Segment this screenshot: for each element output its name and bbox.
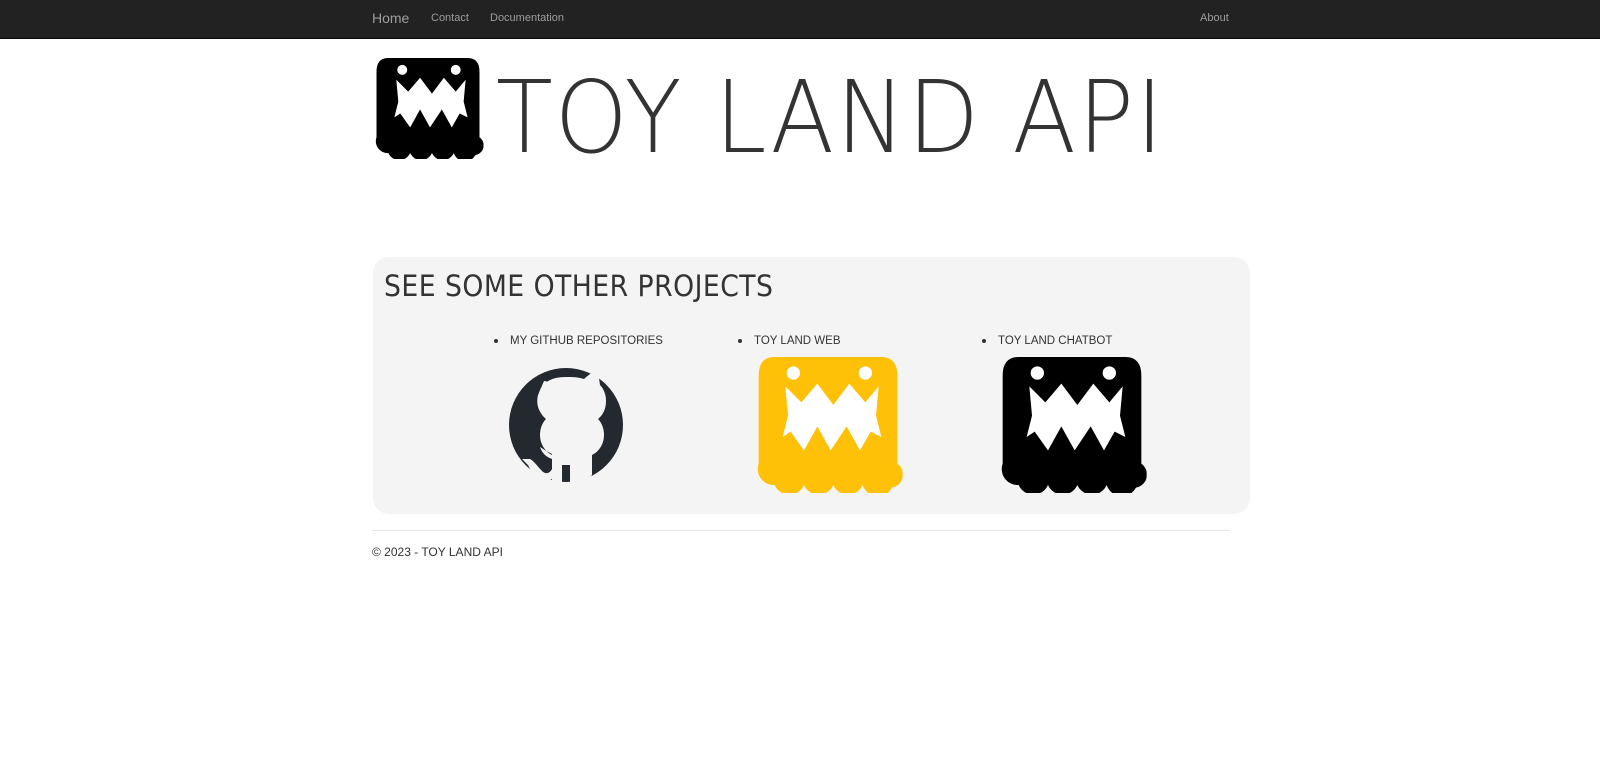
- bullet-icon: [738, 339, 742, 343]
- project-toy-land-web: TOY LAND WEB: [738, 335, 938, 505]
- toy-land-chatbot-icon: [996, 357, 1148, 493]
- other-projects-panel: SEE SOME OTHER PROJECTS MY GITHUB REPOSI…: [373, 257, 1250, 514]
- project-github: MY GITHUB REPOSITORIES: [494, 335, 694, 505]
- top-navbar: Home Contact Documentation About: [0, 0, 1600, 39]
- project-toy-land-chatbot: TOY LAND CHATBOT: [982, 335, 1182, 505]
- project-toy-land-web-label: TOY LAND WEB: [754, 335, 841, 347]
- hero-header: TOY LAND API: [372, 58, 1232, 176]
- bullet-icon: [982, 339, 986, 343]
- toy-land-web-icon: [752, 357, 904, 493]
- footer-copyright: © 2023 - TOY LAND API: [372, 545, 503, 559]
- nav-documentation-link[interactable]: Documentation: [490, 12, 564, 24]
- github-link[interactable]: [508, 355, 624, 500]
- nav-contact-link[interactable]: Contact: [431, 12, 469, 24]
- toy-land-chatbot-link[interactable]: [996, 357, 1148, 498]
- nav-home-link[interactable]: Home: [372, 10, 409, 26]
- toy-land-web-link[interactable]: [752, 357, 904, 498]
- toy-land-monster-logo-icon: [372, 58, 484, 159]
- projects-heading: SEE SOME OTHER PROJECTS: [384, 269, 774, 303]
- project-toy-land-chatbot-label: TOY LAND CHATBOT: [998, 335, 1113, 347]
- nav-about-link[interactable]: About: [1200, 12, 1229, 24]
- page-title: TOY LAND API: [496, 59, 1166, 176]
- footer-divider: [372, 530, 1229, 531]
- github-icon: [509, 368, 623, 483]
- project-github-label: MY GITHUB REPOSITORIES: [510, 335, 663, 347]
- project-label: TOY LAND WEB: [738, 335, 841, 347]
- project-label: TOY LAND CHATBOT: [982, 335, 1112, 347]
- bullet-icon: [494, 339, 498, 343]
- project-label: MY GITHUB REPOSITORIES: [494, 335, 663, 347]
